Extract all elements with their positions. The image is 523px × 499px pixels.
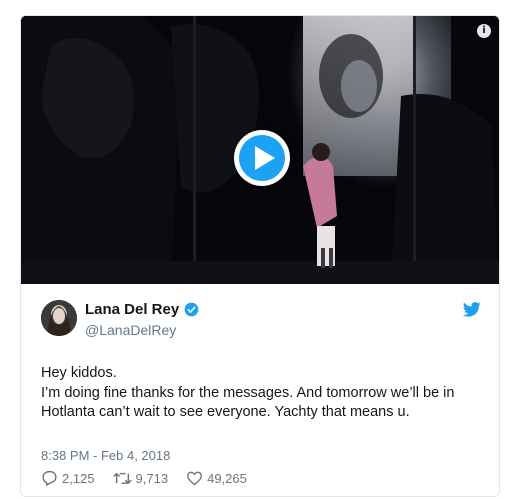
tweet-timestamp[interactable]: 8:38 PM - Feb 4, 2018	[41, 448, 170, 463]
heart-icon	[187, 471, 203, 486]
tweet-actions: 2,125 9,713 49,265	[41, 470, 265, 486]
info-icon[interactable]: i	[477, 24, 491, 38]
avatar[interactable]	[41, 300, 77, 336]
reply-count: 2,125	[62, 470, 95, 486]
like-count: 49,265	[207, 470, 247, 486]
play-button[interactable]	[234, 130, 290, 186]
reply-icon	[42, 470, 57, 486]
tweet-text: Hey kiddos. I’m doing fine thanks for th…	[41, 365, 455, 420]
play-icon	[255, 146, 275, 170]
user-handle[interactable]: @LanaDelRey	[85, 322, 176, 338]
display-name-text: Lana Del Rey	[85, 301, 180, 318]
retweet-count: 9,713	[135, 470, 169, 486]
embedded-tweet-card: i Lana Del Rey @LanaDelRey Hey kiddos. I…	[20, 15, 500, 497]
like-button[interactable]: 49,265	[186, 471, 247, 486]
reply-button[interactable]: 2,125	[41, 470, 95, 486]
verified-badge-icon	[184, 302, 199, 317]
display-name[interactable]: Lana Del Rey	[85, 301, 199, 318]
retweet-icon	[112, 472, 132, 484]
tweet-body: Lana Del Rey @LanaDelRey Hey kiddos. I’m…	[21, 284, 499, 496]
twitter-bird-icon[interactable]	[463, 302, 481, 317]
retweet-button[interactable]: 9,713	[112, 470, 169, 486]
video-thumbnail[interactable]: i	[21, 16, 499, 284]
